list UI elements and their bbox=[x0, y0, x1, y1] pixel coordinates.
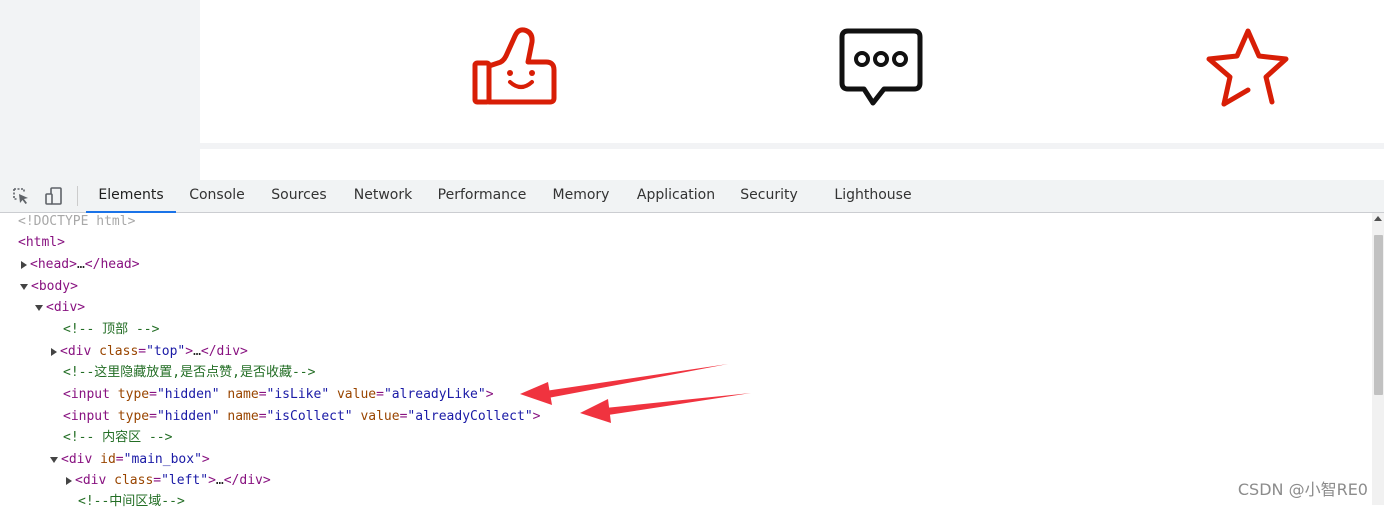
arrow-icon bbox=[580, 393, 751, 423]
watermark: CSDN @小智RE0 bbox=[1237, 480, 1368, 499]
annotation-arrows bbox=[520, 364, 751, 423]
